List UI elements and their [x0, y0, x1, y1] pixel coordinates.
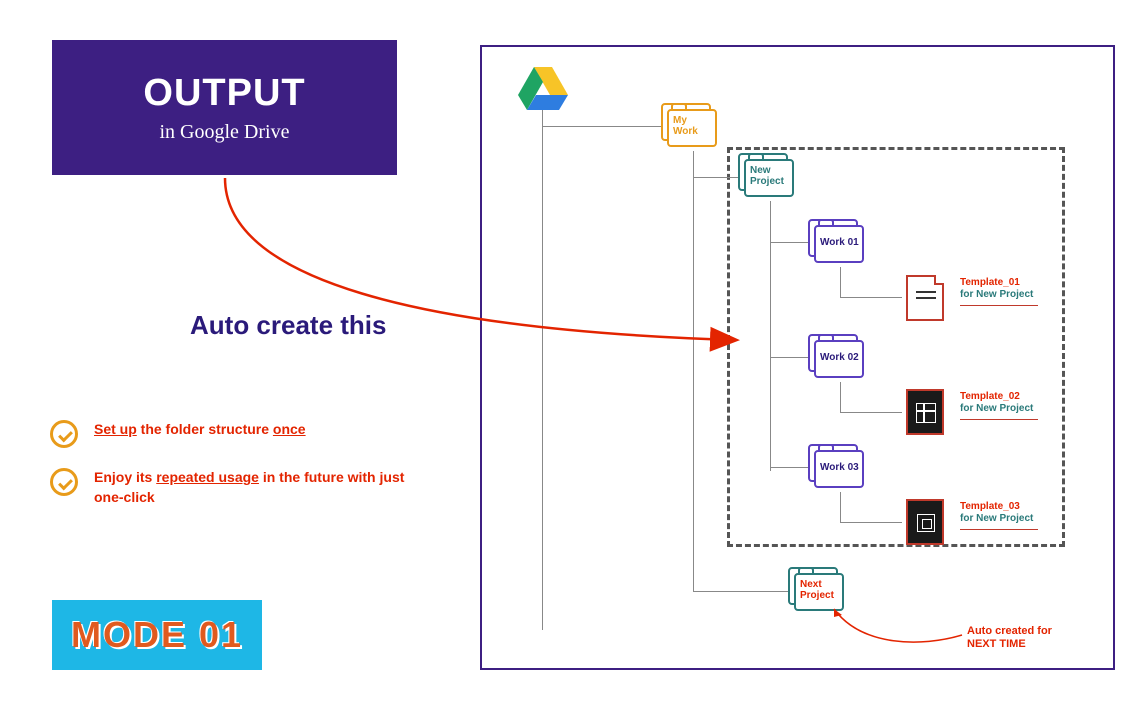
output-title: OUTPUT: [143, 72, 305, 115]
file-sheet-icon: [906, 389, 944, 435]
connector: [693, 591, 791, 592]
diagram-panel: My Work New Project Work 01 Template_01 …: [480, 45, 1115, 670]
google-drive-icon: [518, 65, 568, 110]
connector: [693, 151, 694, 591]
bullet-1: Set up the folder structure once: [50, 420, 430, 448]
connector: [840, 412, 902, 413]
output-subtitle: in Google Drive: [160, 121, 290, 144]
check-icon: [50, 420, 78, 448]
folder-work-02: Work 02: [814, 340, 872, 382]
folder-work-03: Work 03: [814, 450, 872, 492]
bullet-2: Enjoy its repeated usage in the future w…: [50, 468, 430, 507]
connector: [693, 177, 741, 178]
mode-badge: MODE 01: [52, 600, 262, 670]
file-label-3: Template_03 for New Project: [960, 501, 1038, 530]
connector: [542, 150, 543, 630]
folder-my-work: My Work: [667, 109, 725, 151]
bullet-1-text: Set up the folder structure once: [94, 420, 306, 440]
folder-new-project: New Project: [744, 159, 802, 201]
file-label-1: Template_01 for New Project: [960, 277, 1038, 306]
file-doc-icon: [906, 275, 944, 321]
arrow-next-time: [832, 607, 972, 657]
check-icon: [50, 468, 78, 496]
connector: [542, 126, 662, 127]
connector: [770, 357, 810, 358]
connector: [542, 110, 543, 150]
dashed-group: [727, 147, 1065, 547]
next-time-note: Auto created for NEXT TIME: [967, 625, 1052, 651]
connector: [840, 492, 841, 522]
output-header-box: OUTPUT in Google Drive: [52, 40, 397, 175]
connector: [840, 297, 902, 298]
file-label-2: Template_02 for New Project: [960, 391, 1038, 420]
benefits-list: Set up the folder structure once Enjoy i…: [50, 420, 430, 527]
file-slide-icon: [906, 499, 944, 545]
connector: [840, 267, 841, 297]
auto-create-label: Auto create this: [190, 310, 387, 341]
connector: [770, 467, 810, 468]
folder-work-01: Work 01: [814, 225, 872, 267]
bullet-2-text: Enjoy its repeated usage in the future w…: [94, 468, 430, 507]
mode-text: MODE 01: [71, 614, 243, 656]
connector: [840, 522, 902, 523]
connector: [840, 382, 841, 412]
connector: [770, 242, 810, 243]
